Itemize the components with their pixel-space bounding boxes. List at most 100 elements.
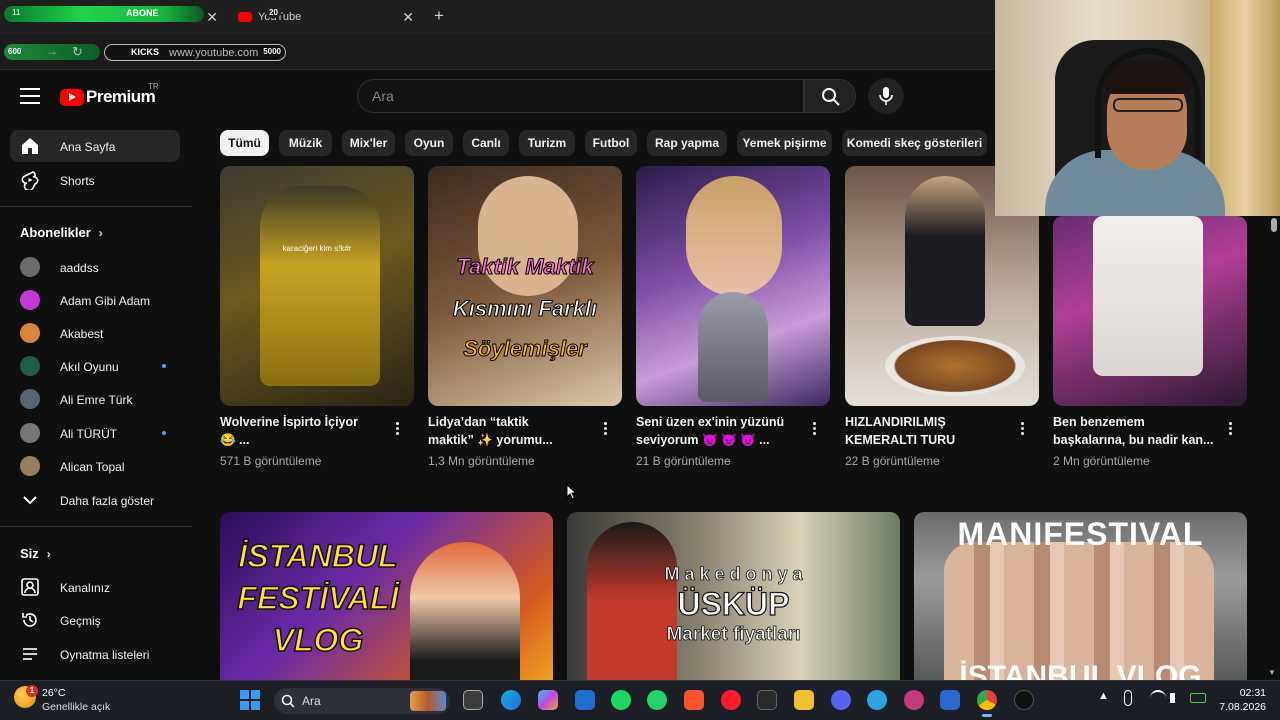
opera-gx-icon[interactable] — [904, 690, 924, 710]
chip-mixes[interactable]: Mix'ler — [342, 130, 395, 156]
sidebar-item-history[interactable]: Geçmiş — [10, 604, 180, 636]
avatar — [20, 356, 40, 376]
sidebar-subscription[interactable]: Ali TÜRÜT — [10, 417, 180, 449]
forward-arrow-icon[interactable]: → — [46, 44, 58, 58]
spotify-icon[interactable] — [611, 690, 631, 710]
vpn-app-icon[interactable] — [575, 690, 595, 710]
copilot-icon[interactable] — [538, 690, 558, 710]
show-more-button[interactable]: Daha fazla göster — [10, 484, 180, 516]
video-title[interactable]: HIZLANDIRILMIŞ KEMERALTI TURU — [845, 413, 1010, 449]
more-options-icon[interactable] — [1018, 420, 1026, 438]
new-tab-button[interactable]: + — [434, 6, 444, 26]
obs-icon[interactable] — [1014, 690, 1034, 710]
title-line: Seni üzen ex'inin yüzünü — [636, 415, 785, 429]
tray-overflow-icon[interactable]: ▲ — [1098, 690, 1109, 702]
youtube-premium-logo[interactable]: Premium TR — [60, 82, 159, 108]
tab1-close-icon[interactable]: ✕ — [206, 9, 218, 26]
chip-music[interactable]: Müzik — [279, 130, 332, 156]
microphone-figure — [698, 292, 768, 402]
page-scrollbar[interactable] — [1270, 216, 1278, 676]
video-thumbnail[interactable]: MANIFESTIVAL İSTANBUL VLOG — [914, 512, 1247, 680]
game-app-icon[interactable] — [757, 690, 777, 710]
video-title[interactable]: Wolverine İspirto İçiyor 😂 ... — [220, 413, 385, 449]
video-title[interactable]: Seni üzen ex'inin yüzünü seviyorum 👿 👿 👿 … — [636, 413, 801, 449]
weather-description[interactable]: Genellikle açık — [42, 701, 110, 713]
sidebar-subscription[interactable]: aaddss — [10, 251, 180, 283]
thumbnail-caption: M a k e d o n y a — [664, 564, 803, 585]
opera-icon[interactable] — [721, 690, 741, 710]
chevron-right-icon: › — [98, 226, 103, 240]
more-options-icon[interactable] — [810, 420, 818, 438]
chip-live[interactable]: Canlı — [463, 130, 509, 156]
chip-gaming[interactable]: Oyun — [405, 130, 453, 156]
discord-icon[interactable] — [831, 690, 851, 710]
hamburger-menu-icon[interactable] — [20, 88, 40, 104]
whatsapp-icon[interactable] — [647, 690, 667, 710]
browser-tab-1[interactable]: ABONE 11 ✕ — [4, 4, 226, 30]
windows-start-icon[interactable] — [240, 690, 260, 710]
url-bar[interactable]: KICKS www.youtube.com 5000 — [104, 44, 286, 61]
chip-cooking[interactable]: Yemek pişirme — [737, 130, 832, 156]
you-title: Siz — [20, 546, 39, 561]
scrollbar-thumb[interactable] — [1271, 218, 1277, 232]
sidebar-item-your-channel[interactable]: Kanalınız — [10, 571, 180, 603]
file-explorer-icon[interactable] — [794, 690, 814, 710]
chip-all[interactable]: Tümü — [220, 130, 269, 156]
more-options-icon[interactable] — [601, 420, 609, 438]
voice-search-button[interactable] — [868, 78, 904, 114]
reload-icon[interactable]: ↻ — [72, 44, 83, 60]
tab2-close-icon[interactable]: ✕ — [402, 9, 414, 26]
video-thumbnail[interactable]: Taktik Maktik Kısmını Farklı Söylemişler — [428, 166, 622, 406]
url-text[interactable]: www.youtube.com — [169, 47, 258, 59]
sidebar-item-home[interactable]: Ana Sayfa — [10, 130, 180, 162]
video-title[interactable]: Lidya’dan “taktik maktik” ✨ yorumu... — [428, 413, 593, 449]
more-options-icon[interactable] — [393, 420, 401, 438]
sidebar-subscription[interactable]: Akıl Oyunu — [10, 350, 180, 382]
volume-icon[interactable] — [1170, 693, 1180, 703]
view-count: 21 B görüntüleme — [636, 454, 731, 468]
view-count: 2 Mn görüntüleme — [1053, 454, 1150, 468]
microphone-icon[interactable] — [1124, 690, 1132, 706]
video-thumbnail[interactable] — [636, 166, 830, 406]
sidebar-item-playlists[interactable]: Oynatma listeleri — [10, 638, 180, 670]
search-box[interactable] — [357, 79, 804, 113]
video-thumbnail[interactable]: M a k e d o n y a ÜSKÜP Market fiyatları — [567, 512, 900, 680]
browser-tab-youtube[interactable]: YouTube 20 ✕ — [232, 4, 422, 30]
chrome-icon[interactable] — [977, 690, 997, 710]
chip-rap[interactable]: Rap yapma — [647, 130, 727, 156]
video-thumbnail[interactable] — [1053, 216, 1247, 406]
battery-icon[interactable] — [1190, 693, 1206, 703]
subscriptions-heading[interactable]: Abonelikler › — [20, 225, 103, 240]
task-view-icon[interactable] — [463, 690, 483, 710]
video-title[interactable]: Ben benzemem başkalarına, bu nadir kan... — [1053, 413, 1218, 449]
thumbnail-figure — [686, 176, 782, 296]
search-input[interactable] — [358, 80, 803, 112]
outlook-icon[interactable] — [940, 690, 960, 710]
taskbar-search[interactable]: Ara — [274, 688, 450, 714]
clock-date[interactable]: 7.08.2026 — [1208, 701, 1266, 713]
sidebar-item-shorts[interactable]: Shorts — [10, 164, 180, 196]
history-icon — [22, 613, 37, 627]
microphone-icon — [879, 87, 893, 105]
playlists-icon — [23, 648, 37, 660]
scroll-down-icon[interactable]: ▼ — [1268, 668, 1276, 677]
sidebar-subscription[interactable]: Akabest — [10, 317, 180, 349]
wifi-icon[interactable] — [1150, 690, 1166, 706]
sidebar-subscription[interactable]: Ali Emre Türk — [10, 383, 180, 415]
sidebar-subscription[interactable]: Alican Topal — [10, 450, 180, 482]
weather-temperature[interactable]: 26°C — [42, 687, 65, 699]
search-button[interactable] — [804, 79, 856, 113]
more-options-icon[interactable] — [1226, 420, 1234, 438]
you-heading[interactable]: Siz › — [20, 546, 51, 561]
video-thumbnail[interactable]: İSTANBUL FESTİVALİ VLOG — [220, 512, 553, 680]
video-thumbnail[interactable]: karaciğeri kim s!k#r — [220, 166, 414, 406]
telegram-icon[interactable] — [867, 690, 887, 710]
chip-comedy[interactable]: Komedi skeç gösterileri — [842, 130, 987, 156]
brave-icon[interactable] — [684, 690, 704, 710]
edge-icon[interactable] — [501, 690, 521, 710]
sidebar-subscription[interactable]: Adam Gibi Adam — [10, 284, 180, 316]
avatar — [20, 257, 40, 277]
clock-time[interactable]: 02:31 — [1220, 687, 1266, 699]
chip-football[interactable]: Futbol — [585, 130, 637, 156]
chip-tourism[interactable]: Turizm — [519, 130, 575, 156]
